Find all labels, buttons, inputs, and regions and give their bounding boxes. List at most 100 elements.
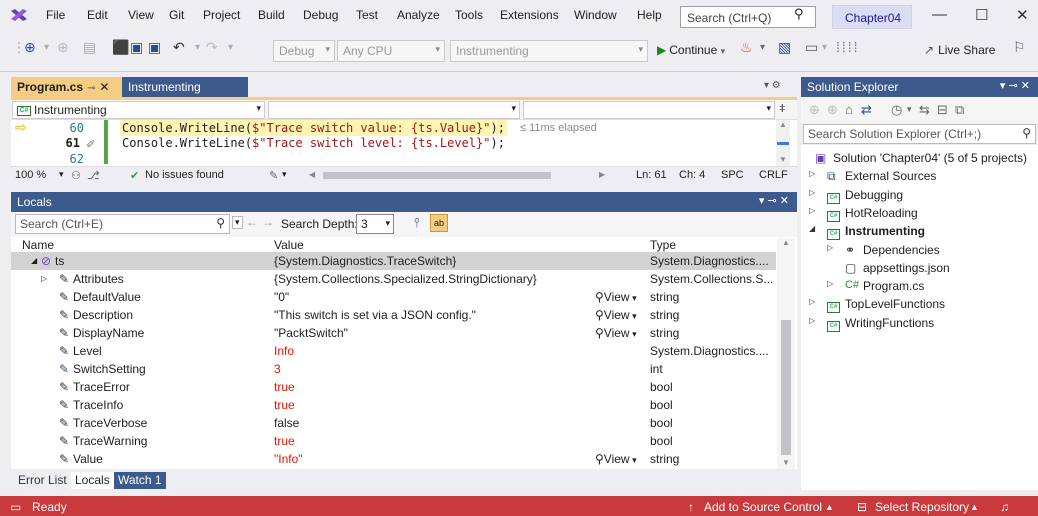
hot-reload-icon[interactable]: ♨ xyxy=(740,39,753,56)
scroll-up-icon[interactable]: ▲ xyxy=(782,238,790,247)
local-value[interactable]: {System.Diagnostics.TraceSwitch} xyxy=(274,254,456,268)
menu-git[interactable]: Git xyxy=(169,8,184,22)
menu-project[interactable]: Project xyxy=(203,8,240,22)
scrollbar-thumb[interactable] xyxy=(781,320,791,455)
locals-row[interactable]: ✎ DisplayName "PacktSwitch" ⚲View ▾ string xyxy=(11,324,776,342)
locals-row[interactable]: ✎ TraceInfo true bool xyxy=(11,396,776,414)
search-depth-dropdown[interactable]: 3 ▾ xyxy=(356,214,394,234)
expand-icon[interactable]: ▷ xyxy=(827,279,833,288)
forward-icon[interactable]: ⊕ xyxy=(57,39,69,56)
menu-view[interactable]: View xyxy=(128,8,154,22)
add-to-source-control-button[interactable]: Add to Source Control xyxy=(704,500,822,514)
code-line[interactable]: Console.WriteLine($"Trace switch level: … xyxy=(122,136,505,150)
spacing-indicator[interactable]: SPC xyxy=(721,169,744,181)
local-value[interactable]: "PacktSwitch" xyxy=(274,326,348,340)
live-share-button[interactable]: ↗ Live Share xyxy=(920,40,999,62)
tab-watch-1[interactable]: Watch 1 xyxy=(114,472,166,489)
locals-row[interactable]: ✎ Description "This switch is set via a JS… xyxy=(11,306,776,324)
tree-node[interactable]: ▷ ⧉ External Sources xyxy=(801,167,1038,185)
chat-icon[interactable]: ▭ xyxy=(10,500,21,514)
sync-icon[interactable]: ⇆ xyxy=(919,102,930,118)
panel-controls-icon[interactable]: ▾ ⊸ ✕ xyxy=(759,194,789,207)
split-icon[interactable]: ⧧ xyxy=(779,100,786,116)
show-all-files-icon[interactable]: ⧉ xyxy=(955,102,964,118)
tree-node[interactable]: ◢ C# Instrumenting xyxy=(801,222,1038,241)
code-line-current[interactable]: Console.WriteLine($"Trace switch value: … xyxy=(120,120,507,136)
zoom-dropdown-icon[interactable]: ▾ xyxy=(59,169,64,180)
view-as-hex-icon[interactable]: ab xyxy=(430,214,448,232)
local-value[interactable]: true xyxy=(274,398,295,412)
scroll-down-icon[interactable]: ▼ xyxy=(782,458,790,467)
locals-row[interactable]: ✎ SwitchSetting 3 int xyxy=(11,360,776,378)
pin-column-icon[interactable]: ⫯ xyxy=(414,215,420,231)
collapse-icon[interactable]: ◢ xyxy=(809,224,815,233)
issues-label[interactable]: No issues found xyxy=(145,169,224,181)
expand-icon[interactable]: ▷ xyxy=(809,316,815,325)
column-header-type[interactable]: Type xyxy=(650,238,676,252)
locals-row[interactable]: ◢ ⊘ ts {System.Diagnostics.TraceSwitch} Syst… xyxy=(11,252,776,270)
undo-dropdown-icon[interactable]: ▾ xyxy=(195,42,200,53)
expand-icon[interactable]: ▷ xyxy=(41,274,47,283)
home-icon[interactable]: ⌂ xyxy=(845,102,853,117)
save-all-icon[interactable]: ▣ xyxy=(148,39,161,56)
local-value[interactable]: Info xyxy=(274,344,294,358)
search-previous-icon[interactable]: ← xyxy=(246,215,258,229)
local-value[interactable]: "0" xyxy=(274,290,289,304)
tab-list-icon[interactable]: ▾ ⚙ xyxy=(764,80,781,91)
expand-icon[interactable]: ▷ xyxy=(809,206,815,215)
brush-icon[interactable]: ✎ xyxy=(269,169,278,182)
select-repository-button[interactable]: Select Repository xyxy=(875,500,969,514)
tree-node[interactable]: ▷ C# TopLevelFunctions xyxy=(801,295,1038,314)
maximize-icon[interactable]: ☐ xyxy=(975,6,988,24)
tab-error-list[interactable]: Error List xyxy=(14,472,71,489)
member-navigation-dropdown[interactable]: ▾ xyxy=(523,101,775,119)
redo-dropdown-icon[interactable]: ▾ xyxy=(228,42,233,53)
tab-locals[interactable]: Locals xyxy=(71,472,114,489)
hot-reload-dropdown-icon[interactable]: ▾ xyxy=(760,42,765,53)
toolbox-icon[interactable]: ▧ xyxy=(778,39,791,56)
save-icon[interactable]: ▣ xyxy=(130,39,143,56)
new-project-icon[interactable]: ▤ xyxy=(83,39,96,56)
switch-views-icon[interactable]: ⇄ xyxy=(861,102,872,118)
open-folder-icon[interactable]: ⬛ xyxy=(112,39,129,56)
menu-build[interactable]: Build xyxy=(258,8,285,22)
menu-extensions[interactable]: Extensions xyxy=(500,8,559,22)
collapse-icon[interactable]: ◢ xyxy=(31,256,37,265)
tree-node[interactable]: ▣ Solution 'Chapter04' (5 of 5 projects) xyxy=(801,149,1038,167)
menu-file[interactable]: File xyxy=(46,8,65,22)
locals-vertical-scrollbar[interactable]: ▲ ▼ xyxy=(777,238,795,469)
feedback-icon[interactable]: ⚐ xyxy=(1013,39,1026,56)
menu-test[interactable]: Test xyxy=(356,8,378,22)
column-header-value[interactable]: Value xyxy=(274,238,304,252)
tree-node[interactable]: ▷ C# WritingFunctions xyxy=(801,314,1038,332)
tree-node[interactable]: ▷ C# Program.cs xyxy=(801,277,1038,295)
search-next-icon[interactable]: → xyxy=(262,215,274,229)
close-window-icon[interactable]: ✕ xyxy=(1016,6,1029,24)
local-value[interactable]: 3 xyxy=(274,362,281,376)
menu-help[interactable]: Help xyxy=(637,8,662,22)
history-icon[interactable]: ◷ xyxy=(891,102,902,118)
redo-icon[interactable]: ↷ xyxy=(206,39,218,56)
type-navigation-dropdown[interactable]: ▾ xyxy=(268,101,520,119)
scroll-up-icon[interactable]: ▲ xyxy=(779,120,787,129)
line-indicator[interactable]: Ln: 61 xyxy=(636,169,667,181)
expand-icon[interactable]: ▷ xyxy=(827,243,833,252)
locals-search-input[interactable]: Search (Ctrl+E) ⚲ xyxy=(15,214,230,234)
local-value[interactable]: {System.Collections.Specialized.StringDi… xyxy=(274,272,537,286)
search-icon[interactable]: ⚲ xyxy=(794,6,804,22)
continue-button[interactable]: ▶ Continue ▾ xyxy=(653,40,729,62)
configuration-dropdown[interactable]: Debug ▾ xyxy=(273,40,335,62)
collapse-all-icon[interactable]: ⊟ xyxy=(937,102,948,118)
undo-icon[interactable]: ↶ xyxy=(173,39,185,56)
layout-icon[interactable]: ▭ xyxy=(805,39,818,56)
scroll-down-icon[interactable]: ▼ xyxy=(779,155,787,164)
tree-node[interactable]: ▷ ⚭ Dependencies xyxy=(801,241,1038,259)
format-icon[interactable]: ⁞⁞⁞⁞ xyxy=(836,39,860,55)
local-value[interactable]: false xyxy=(274,416,299,430)
tab-program-cs[interactable]: Program.cs ⊸ ✕ xyxy=(11,77,122,97)
column-header-name[interactable]: Name xyxy=(22,238,54,252)
menu-edit[interactable]: Edit xyxy=(87,8,108,22)
expand-icon[interactable]: ▷ xyxy=(809,169,815,178)
tree-node[interactable]: ▷ C# Debugging xyxy=(801,186,1038,204)
forward-icon[interactable]: ⊕ xyxy=(827,102,838,118)
